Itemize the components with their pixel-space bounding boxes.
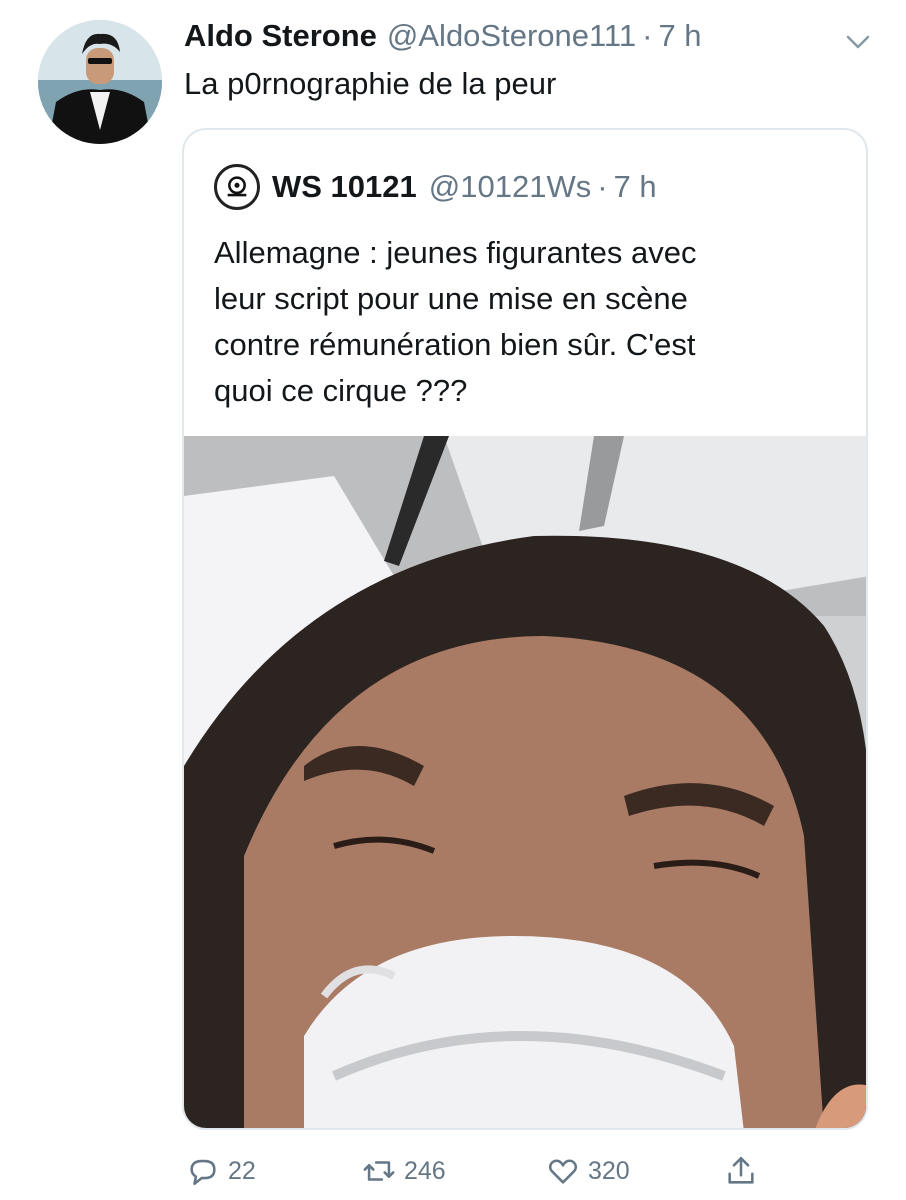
share-button[interactable] [724, 1150, 766, 1192]
share-icon [728, 1156, 754, 1184]
retweet-button[interactable]: 246 [362, 1150, 446, 1192]
tweet-header: Aldo Sterone @AldoSterone111 · 7 h [184, 18, 702, 58]
profile-photo [38, 20, 162, 144]
author-handle[interactable]: @AldoSterone111 [387, 18, 636, 54]
author-avatar[interactable] [38, 20, 162, 144]
quoted-text: Allemagne : jeunes figurantes avec leur … [214, 235, 697, 408]
quoted-author-handle[interactable]: @10121Ws [429, 169, 591, 205]
like-button[interactable]: 320 [546, 1150, 630, 1192]
reply-button[interactable]: 22 [186, 1150, 256, 1192]
tweet-text: La p0rnographie de la peur [184, 66, 557, 101]
quoted-tweet[interactable]: WS 10121 @10121Ws · 7 h Allemagne : jeun… [182, 128, 868, 1130]
tweet-actions: 22 246 320 [186, 1150, 786, 1192]
quoted-header: WS 10121 @10121Ws · 7 h [214, 164, 657, 210]
reply-icon [190, 1159, 216, 1186]
quoted-author-name[interactable]: WS 10121 [272, 169, 417, 205]
quoted-media-video[interactable] [184, 436, 866, 1128]
reply-count: 22 [228, 1156, 256, 1185]
separator-dot: · [642, 18, 653, 53]
tweet-time[interactable]: 7 h [658, 18, 701, 54]
retweet-icon [363, 1161, 395, 1181]
quoted-time[interactable]: 7 h [614, 169, 657, 205]
like-count: 320 [588, 1156, 630, 1185]
heart-icon [548, 1159, 578, 1184]
retweet-count: 246 [404, 1156, 446, 1185]
author-name[interactable]: Aldo Sterone [184, 18, 377, 54]
video-thumbnail [184, 436, 866, 1128]
separator-dot: · [597, 169, 608, 204]
chevron-down-icon[interactable] [842, 26, 874, 58]
ws10121-logo-icon[interactable] [214, 164, 260, 210]
